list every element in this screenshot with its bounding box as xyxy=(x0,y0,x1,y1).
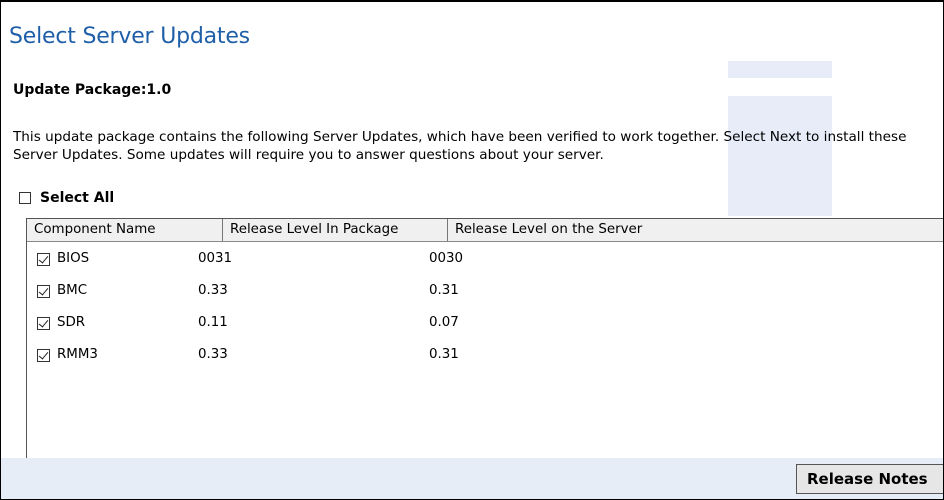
component-cell: BIOS xyxy=(37,243,89,275)
server-level-cell: 0.31 xyxy=(429,283,459,298)
package-level-cell: 0031 xyxy=(198,251,233,266)
updates-table: Component Name Release Level In Package … xyxy=(26,218,943,460)
component-name: RMM3 xyxy=(57,347,98,362)
column-header-component[interactable]: Component Name xyxy=(27,219,223,241)
column-header-package-level[interactable]: Release Level In Package xyxy=(223,219,448,241)
component-name: BMC xyxy=(57,283,88,298)
page-title: Select Server Updates xyxy=(9,24,250,49)
row-checkbox-checked-icon[interactable] xyxy=(37,252,50,266)
release-notes-button[interactable]: Release Notes xyxy=(796,464,943,494)
server-level-cell: 0.07 xyxy=(429,315,459,330)
table-row[interactable]: RMM3 0.33 0.31 xyxy=(27,339,943,371)
row-checkbox-checked-icon[interactable] xyxy=(37,316,50,330)
update-window: Select Server Updates Update Package:1.0… xyxy=(0,0,944,500)
package-level-cell: 0.11 xyxy=(198,315,228,330)
component-cell: SDR xyxy=(37,307,85,339)
package-level-cell: 0.33 xyxy=(198,283,228,298)
component-name: BIOS xyxy=(57,251,90,266)
server-level-cell: 0030 xyxy=(429,251,464,266)
checkbox-empty-icon[interactable] xyxy=(19,192,31,204)
select-all-checkbox[interactable]: Select All xyxy=(19,190,114,206)
description-text: This update package contains the followi… xyxy=(13,129,907,163)
server-level-cell: 0.31 xyxy=(429,347,459,362)
package-level-cell: 0.33 xyxy=(198,347,228,362)
column-header-server-level[interactable]: Release Level on the Server xyxy=(448,219,943,241)
package-version-label: Update Package:1.0 xyxy=(13,82,172,98)
background-decoration-bar xyxy=(728,61,832,78)
table-row[interactable]: BMC 0.33 0.31 xyxy=(27,275,943,307)
table-row[interactable]: BIOS 0031 0030 xyxy=(27,243,943,275)
component-name: SDR xyxy=(57,315,86,330)
row-checkbox-checked-icon[interactable] xyxy=(37,348,50,362)
row-checkbox-checked-icon[interactable] xyxy=(37,284,50,298)
select-all-label: Select All xyxy=(40,190,115,206)
component-cell: BMC xyxy=(37,275,87,307)
table-header: Component Name Release Level In Package … xyxy=(27,219,943,242)
table-row[interactable]: SDR 0.11 0.07 xyxy=(27,307,943,339)
component-cell: RMM3 xyxy=(37,339,98,371)
